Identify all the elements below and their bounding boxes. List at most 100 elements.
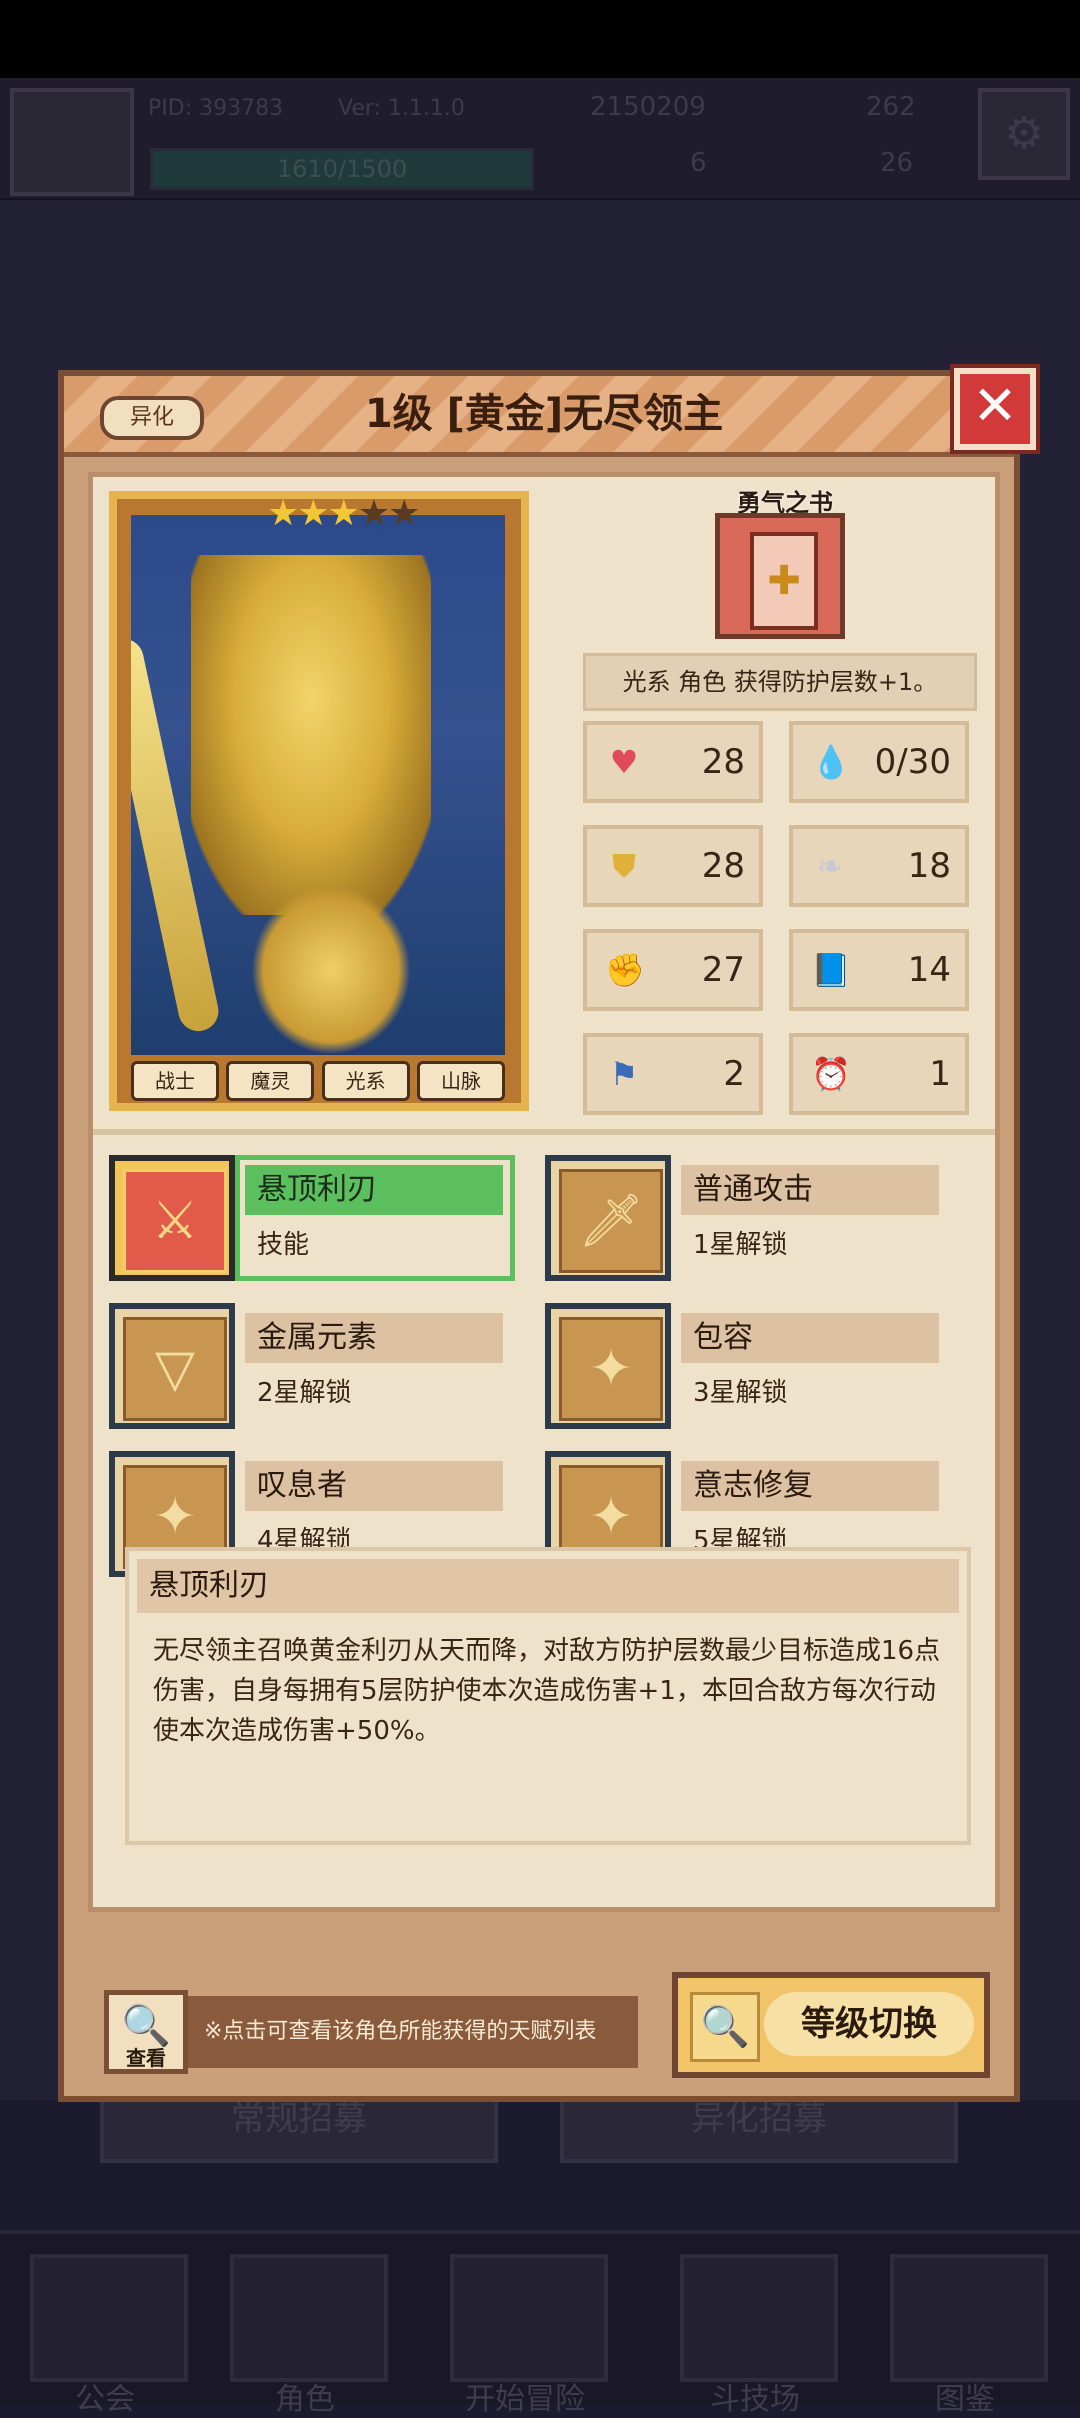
nav-guild-button[interactable] — [30, 2254, 188, 2382]
star-filled-icon: ★ — [267, 493, 299, 534]
coin-count: 2150209 — [590, 92, 706, 122]
nav-codex-button[interactable] — [890, 2254, 1048, 2382]
courage-book-button[interactable]: ✚ — [715, 513, 845, 639]
trait-light: 光系 — [321, 1061, 410, 1101]
skill-name: 普通攻击 — [681, 1165, 939, 1215]
skill-name: 包容 — [681, 1313, 939, 1363]
sword-skill-icon: ⚔ — [123, 1169, 227, 1273]
modal-title: 1级 [黄金]无尽领主 — [364, 391, 724, 437]
stat-defense-value: 28 — [701, 846, 745, 886]
energy-bar: 1610/1500 — [150, 148, 534, 190]
player-avatar[interactable] — [10, 88, 134, 196]
close-icon[interactable]: ✕ — [954, 368, 1036, 450]
skill-slot-4[interactable]: ✦ 包容 3星解锁 — [545, 1303, 945, 1429]
nav-guild-label: 公会 — [75, 2382, 135, 2417]
nav-role-label: 角色 — [275, 2382, 335, 2417]
skill-name: 金属元素 — [245, 1313, 503, 1363]
skill-name: 叹息者 — [245, 1461, 503, 1511]
nav-codex-label: 图鉴 — [935, 2382, 995, 2417]
talent-hint-text: ※点击可查看该角色所能获得的天赋列表 — [188, 1996, 638, 2068]
skill-icon-frame: 🗡 — [545, 1155, 671, 1281]
view-label: 查看 — [126, 2046, 166, 2070]
gem-count: 262 — [866, 92, 916, 122]
skill-icon-frame: ▽ — [109, 1303, 235, 1429]
flag-icon: ⚑ — [609, 1055, 639, 1093]
character-portrait-card: ★★★★★ 战士 魔灵 光系 山脉 — [109, 491, 529, 1111]
character-detail-modal: 异化 1级 [黄金]无尽领主 ✕ ★★★★★ 战士 魔灵 光系 山脉 勇气之书 … — [58, 368, 1036, 2102]
sword-icon: 🗡 — [559, 1169, 663, 1273]
version-label: Ver: 1.1.1.0 — [338, 96, 465, 121]
fist-icon: ✊ — [605, 951, 645, 989]
book-icon: ✚ — [750, 532, 818, 630]
locked-skill-icon: ✦ — [559, 1317, 663, 1421]
view-talents-button[interactable]: 🔍 查看 — [104, 1990, 188, 2074]
resource-a-count: 6 — [690, 148, 707, 178]
stat-magic: 📘 14 — [789, 929, 969, 1011]
skill-status: 2星解锁 — [257, 1378, 352, 1408]
triangle-element-icon: ▽ — [123, 1317, 227, 1421]
nav-adventure-button[interactable] — [450, 2254, 608, 2382]
nav-arena-button[interactable] — [680, 2254, 838, 2382]
skill-description-text: 无尽领主召唤黄金利刃从天而降，对敌方防护层数最少目标造成16点伤害，自身每拥有5… — [153, 1636, 941, 1746]
player-id: PID: 393783 — [148, 96, 284, 121]
skill-name: 悬顶利刃 — [245, 1165, 503, 1215]
skill-slot-2[interactable]: 🗡 普通攻击 1星解锁 — [545, 1155, 945, 1281]
trait-mountain: 山脉 — [416, 1061, 505, 1101]
skill-status: 1星解锁 — [693, 1230, 788, 1260]
skill-status: 3星解锁 — [693, 1378, 788, 1408]
character-art — [131, 515, 505, 1055]
stat-hp-value: 28 — [701, 742, 745, 782]
clock-icon: ⏰ — [811, 1055, 851, 1093]
stat-cost: ⚑ 2 — [583, 1033, 763, 1115]
wing-icon: ❧ — [816, 847, 844, 885]
nav-arena-label: 斗技场 — [710, 2382, 800, 2417]
star-empty-icon: ★ — [357, 493, 390, 534]
stat-defense: ⛊ 28 — [583, 825, 763, 907]
bottom-nav: 公会 角色 开始冒险 斗技场 图鉴 — [0, 2230, 1080, 2417]
stat-speed: ❧ 18 — [789, 825, 969, 907]
stat-hp: ♥ 28 — [583, 721, 763, 803]
magnifier-icon: 🔍 — [690, 1992, 760, 2062]
nav-adventure-label: 开始冒险 — [465, 2382, 585, 2417]
star-empty-icon: ★ — [388, 493, 420, 534]
golden-minion-figure — [251, 885, 411, 1055]
skill-name: 意志修复 — [681, 1461, 939, 1511]
stat-speed-value: 18 — [907, 846, 951, 886]
golden-lord-figure — [191, 555, 431, 915]
skill-slot-3[interactable]: ▽ 金属元素 2星解锁 — [109, 1303, 509, 1429]
section-divider — [93, 1129, 995, 1135]
stat-magic-value: 14 — [907, 950, 951, 990]
star-filled-icon: ★ — [327, 493, 360, 534]
settings-gear-icon[interactable]: ⚙ — [978, 88, 1070, 180]
trait-demon: 魔灵 — [226, 1061, 315, 1101]
heart-icon: ♥ — [609, 743, 639, 781]
book-effect-text: 光系 角色 获得防护层数+1。 — [583, 653, 977, 711]
status-bar — [0, 0, 1080, 78]
stat-mana: 💧 0/30 — [789, 721, 969, 803]
modal-body: ★★★★★ 战士 魔灵 光系 山脉 勇气之书 ✚ 光系 角色 获得防护层数+1。… — [88, 472, 1000, 1912]
level-switch-button[interactable]: 🔍 等级切换 — [672, 1972, 990, 2078]
nav-role-button[interactable] — [230, 2254, 388, 2382]
stat-cooldown: ⏰ 1 — [789, 1033, 969, 1115]
book-icon: 📘 — [811, 951, 851, 989]
skill-icon-frame: ✦ — [545, 1303, 671, 1429]
stat-cost-value: 2 — [723, 1054, 745, 1094]
skill-description-title: 悬顶利刃 — [137, 1559, 959, 1613]
skill-slot-1[interactable]: ⚔ 悬顶利刃 技能 — [109, 1155, 515, 1281]
skill-description-panel: 悬顶利刃 无尽领主召唤黄金利刃从天而降，对敌方防护层数最少目标造成16点伤害，自… — [125, 1547, 971, 1845]
skill-status: 技能 — [257, 1230, 310, 1260]
energy-value: 1610/1500 — [276, 155, 408, 183]
stat-cooldown-value: 1 — [929, 1054, 951, 1094]
stat-attack-value: 27 — [701, 950, 745, 990]
shield-icon: ⛊ — [611, 847, 636, 885]
stat-attack: ✊ 27 — [583, 929, 763, 1011]
hud: PID: 393783 Ver: 1.1.1.0 2150209 262 161… — [0, 78, 1080, 202]
resource-b-count: 26 — [880, 148, 914, 178]
skill-icon-frame: ⚔ — [109, 1155, 235, 1281]
level-switch-label: 等级切换 — [764, 1992, 974, 2056]
star-rating: ★★★★★ — [267, 493, 420, 534]
star-filled-icon: ★ — [297, 493, 329, 534]
drop-icon: 💧 — [811, 743, 851, 781]
trait-list: 战士 魔灵 光系 山脉 — [131, 1061, 505, 1101]
modal-header: 异化 1级 [黄金]无尽领主 — [64, 376, 1014, 457]
